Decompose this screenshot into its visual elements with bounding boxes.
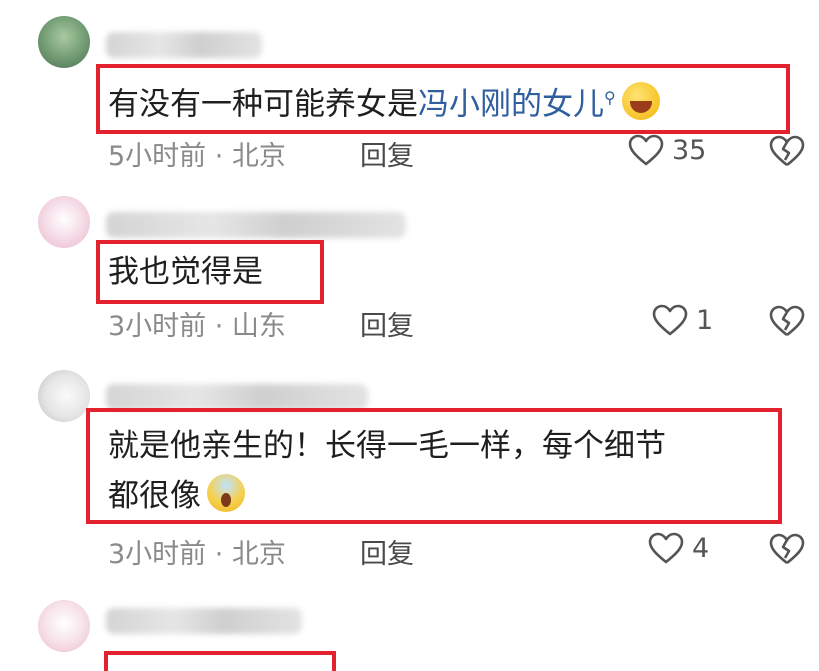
avatar[interactable] xyxy=(38,16,90,68)
reply-button[interactable]: 回复 xyxy=(360,532,414,571)
broken-heart-icon[interactable] xyxy=(768,134,806,168)
highlight-box xyxy=(104,651,336,671)
comment-text: 有没有一种可能养女是冯小刚的女儿⚲ xyxy=(108,74,660,128)
comment-1: 有没有一种可能养女是冯小刚的女儿⚲ 5小时前 · 北京 回复 35 xyxy=(0,0,819,190)
comment-meta: 3小时前 · 山东 xyxy=(108,311,286,342)
avatar[interactable] xyxy=(38,196,90,248)
like-count: 4 xyxy=(692,532,710,564)
comment-text-line-2: 都很像 xyxy=(108,472,245,520)
like-button[interactable]: 1 xyxy=(652,304,713,336)
username-blurred[interactable] xyxy=(106,384,368,410)
comment-3: 就是他亲生的！长得一毛一样，每个细节 都很像 3小时前 · 北京 回复 4 xyxy=(0,360,819,590)
username-blurred[interactable] xyxy=(106,212,406,238)
broken-heart-icon[interactable] xyxy=(768,532,806,566)
comment-meta: 5小时前 · 北京 xyxy=(108,141,286,172)
avatar[interactable] xyxy=(38,600,90,652)
search-link[interactable]: 冯小刚的女儿 xyxy=(418,86,604,122)
username-blurred[interactable] xyxy=(106,608,302,634)
comment-text: 我也觉得是 xyxy=(108,254,263,290)
heart-icon xyxy=(652,304,688,336)
broken-heart-icon[interactable] xyxy=(768,304,806,338)
like-button[interactable]: 35 xyxy=(628,134,706,166)
comment-text-line-1: 就是他亲生的！长得一毛一样，每个细节 xyxy=(108,428,666,464)
search-icon[interactable]: ⚲ xyxy=(604,88,616,107)
like-button[interactable]: 4 xyxy=(648,532,709,564)
comment-meta: 3小时前 · 北京 xyxy=(108,539,286,570)
reply-button[interactable]: 回复 xyxy=(360,304,414,343)
comment-2: 我也觉得是 3小时前 · 山东 回复 1 xyxy=(0,190,819,360)
avatar[interactable] xyxy=(38,370,90,422)
like-count: 35 xyxy=(672,134,707,166)
username-blurred[interactable] xyxy=(106,32,262,58)
laughing-face-emoji xyxy=(621,82,660,121)
like-count: 1 xyxy=(696,304,714,336)
screaming-face-emoji xyxy=(207,474,245,512)
heart-icon xyxy=(628,134,664,166)
comment-text-line-2-text: 都很像 xyxy=(108,478,201,514)
comment-text-plain: 有没有一种可能养女是 xyxy=(108,86,418,123)
reply-button[interactable]: 回复 xyxy=(360,134,414,173)
heart-icon xyxy=(648,532,684,564)
